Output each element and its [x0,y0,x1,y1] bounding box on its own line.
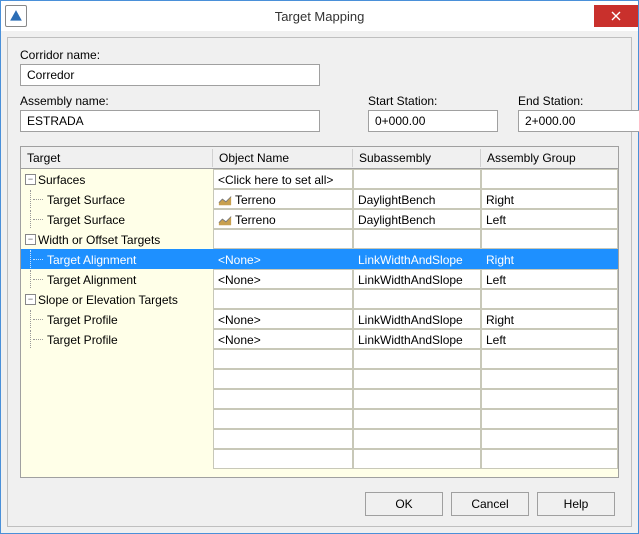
row-target-alignment[interactable]: Target Alignment <None> LinkWidthAndSlop… [21,269,618,289]
collapse-icon[interactable]: − [25,174,36,185]
row-label: Target Profile [47,313,118,327]
collapse-icon[interactable]: − [25,234,36,245]
row-target-profile[interactable]: Target Profile <None> LinkWidthAndSlope … [21,329,618,349]
row-target-surface[interactable]: Target Surface Terreno DaylightBench Lef… [21,209,618,229]
empty-cell [353,169,481,189]
assembly-input[interactable]: ESTRADA [20,110,320,132]
collapse-icon[interactable]: − [25,294,36,305]
start-station-input[interactable]: 0+000.00 [368,110,498,132]
main-panel: Corridor name: Corredor Assembly name: E… [7,37,632,527]
ok-button[interactable]: OK [365,492,443,516]
object-name-cell[interactable]: <None> [213,309,353,329]
end-station-label: End Station: [518,94,639,108]
group-label: Slope or Elevation Targets [38,293,178,307]
group-cell: Right [481,249,618,269]
group-cell: Left [481,209,618,229]
help-button[interactable]: Help [537,492,615,516]
group-surfaces[interactable]: − Surfaces <Click here to set all> [21,169,618,189]
group-width-offset[interactable]: − Width or Offset Targets [21,229,618,249]
subassembly-cell: LinkWidthAndSlope [353,329,481,349]
object-name-cell[interactable]: <None> [213,269,353,289]
empty-cell [481,289,618,309]
row-label: Target Surface [47,193,125,207]
group-slope-elevation[interactable]: − Slope or Elevation Targets [21,289,618,309]
empty-row [21,449,618,469]
subassembly-cell: DaylightBench [353,209,481,229]
group-cell: Right [481,309,618,329]
group-cell: Left [481,269,618,289]
group-label: Surfaces [38,173,85,187]
end-station-input[interactable]: 2+000.00 [518,110,639,132]
col-target[interactable]: Target [21,149,213,167]
subassembly-cell: LinkWidthAndSlope [353,269,481,289]
col-subassembly[interactable]: Subassembly [353,149,481,167]
target-grid[interactable]: Target Object Name Subassembly Assembly … [20,146,619,478]
assembly-label: Assembly name: [20,94,320,108]
dialog-window: Target Mapping Corridor name: Corredor A… [0,0,639,534]
object-name-cell[interactable]: Terreno [235,213,276,227]
row-label: Target Alignment [47,273,136,287]
empty-cell [481,169,618,189]
col-object-name[interactable]: Object Name [213,149,353,167]
set-all-cell[interactable]: <Click here to set all> [213,169,353,189]
row-label: Target Alignment [47,253,136,267]
row-label: Target Profile [47,333,118,347]
surface-icon [218,213,232,227]
content: Corridor name: Corredor Assembly name: E… [1,31,638,533]
app-icon [5,5,27,27]
object-name-cell[interactable]: <None> [213,249,353,269]
empty-cell [481,229,618,249]
empty-cell [353,289,481,309]
corridor-input[interactable]: Corredor [20,64,320,86]
surface-icon [218,193,232,207]
group-label: Width or Offset Targets [38,233,160,247]
row-target-profile[interactable]: Target Profile <None> LinkWidthAndSlope … [21,309,618,329]
object-name-cell[interactable]: Terreno [235,193,276,207]
button-bar: OK Cancel Help [20,484,619,518]
empty-cell [213,229,353,249]
grid-body: − Surfaces <Click here to set all> Targe… [21,169,618,477]
col-assembly-group[interactable]: Assembly Group [481,149,618,167]
grid-header: Target Object Name Subassembly Assembly … [21,147,618,169]
empty-cell [213,289,353,309]
dialog-title: Target Mapping [1,9,638,24]
start-station-label: Start Station: [368,94,498,108]
subassembly-cell: LinkWidthAndSlope [353,309,481,329]
empty-cell [353,229,481,249]
empty-row [21,389,618,409]
subassembly-cell: DaylightBench [353,189,481,209]
subassembly-cell: LinkWidthAndSlope [353,249,481,269]
row-target-alignment[interactable]: Target Alignment <None> LinkWidthAndSlop… [21,249,618,269]
close-button[interactable] [594,5,638,27]
empty-row [21,429,618,449]
cancel-button[interactable]: Cancel [451,492,529,516]
object-name-cell[interactable]: <None> [213,329,353,349]
titlebar: Target Mapping [1,1,638,31]
row-target-surface[interactable]: Target Surface Terreno DaylightBench Rig… [21,189,618,209]
empty-row [21,409,618,429]
row-label: Target Surface [47,213,125,227]
group-cell: Right [481,189,618,209]
empty-row [21,369,618,389]
empty-row [21,349,618,369]
group-cell: Left [481,329,618,349]
corridor-label: Corridor name: [20,48,320,62]
